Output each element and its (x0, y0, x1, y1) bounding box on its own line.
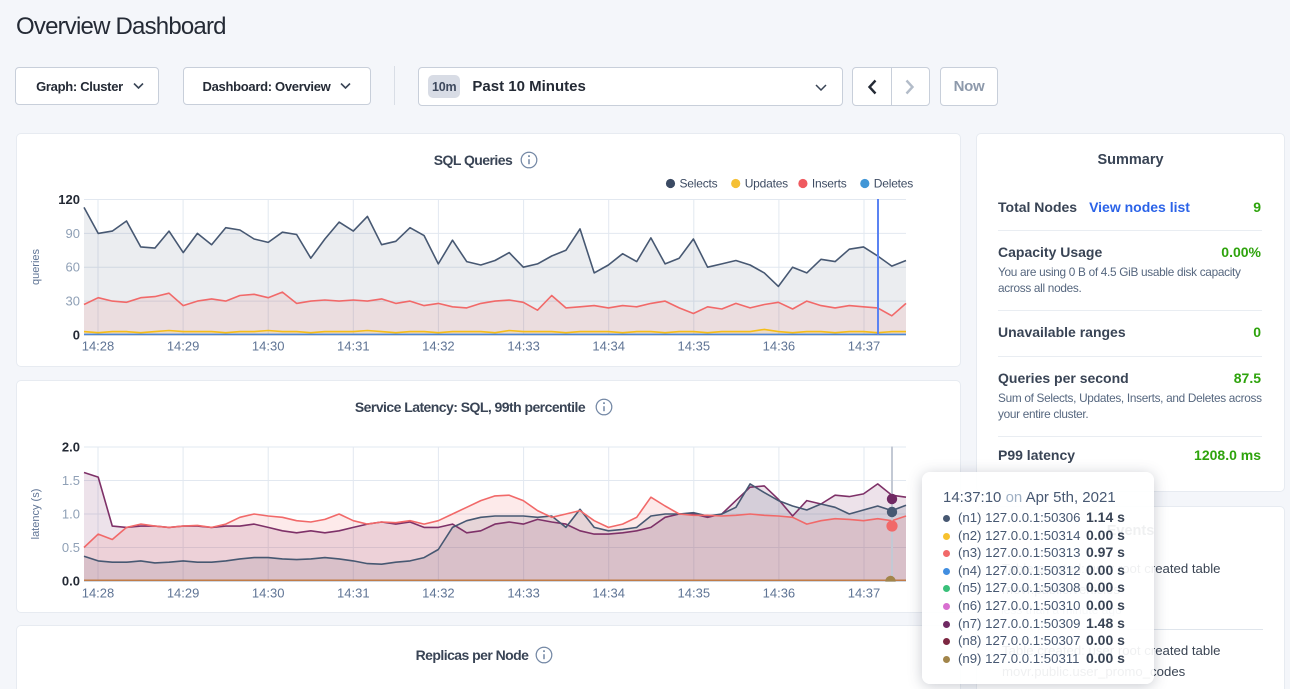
svg-text:14:35: 14:35 (678, 586, 711, 601)
svg-text:Inserts: Inserts (812, 177, 847, 191)
svg-text:latency (s): latency (s) (30, 489, 42, 540)
svg-text:Service Latency: SQL, 99th per: Service Latency: SQL, 99th percentile (355, 399, 586, 415)
svg-text:14:29: 14:29 (167, 586, 200, 601)
svg-text:1.5: 1.5 (62, 473, 80, 488)
svg-text:0.0: 0.0 (62, 574, 80, 589)
svg-text:14:31: 14:31 (337, 586, 370, 601)
svg-text:Selects: Selects (680, 177, 718, 191)
svg-text:14:31: 14:31 (337, 339, 370, 354)
svg-text:14:29: 14:29 (167, 339, 200, 354)
svg-text:queries: queries (30, 248, 42, 285)
svg-text:Replicas per Node: Replicas per Node (416, 647, 530, 663)
svg-text:SQL Queries: SQL Queries (434, 152, 513, 168)
svg-text:30: 30 (66, 294, 80, 309)
svg-text:14:34: 14:34 (592, 586, 625, 601)
svg-text:14:32: 14:32 (422, 339, 455, 354)
svg-text:14:36: 14:36 (763, 586, 796, 601)
svg-text:14:36: 14:36 (763, 339, 796, 354)
svg-text:60: 60 (66, 260, 80, 275)
svg-text:Updates: Updates (745, 177, 788, 191)
svg-text:14:28: 14:28 (82, 586, 115, 601)
svg-text:1.0: 1.0 (62, 507, 80, 522)
svg-text:14:33: 14:33 (507, 586, 540, 601)
svg-text:14:33: 14:33 (507, 339, 540, 354)
svg-text:14:34: 14:34 (592, 339, 625, 354)
svg-text:14:35: 14:35 (678, 339, 711, 354)
svg-text:14:30: 14:30 (252, 586, 285, 601)
svg-text:14:32: 14:32 (422, 586, 455, 601)
svg-text:90: 90 (66, 226, 80, 241)
svg-text:Deletes: Deletes (874, 177, 913, 191)
svg-text:14:30: 14:30 (252, 339, 285, 354)
svg-text:14:28: 14:28 (82, 339, 115, 354)
svg-text:2.0: 2.0 (62, 440, 80, 455)
svg-text:14:37: 14:37 (848, 586, 881, 601)
svg-text:0.5: 0.5 (62, 540, 80, 555)
svg-text:120: 120 (58, 192, 80, 207)
svg-text:0: 0 (73, 328, 80, 343)
svg-text:14:37: 14:37 (848, 339, 881, 354)
